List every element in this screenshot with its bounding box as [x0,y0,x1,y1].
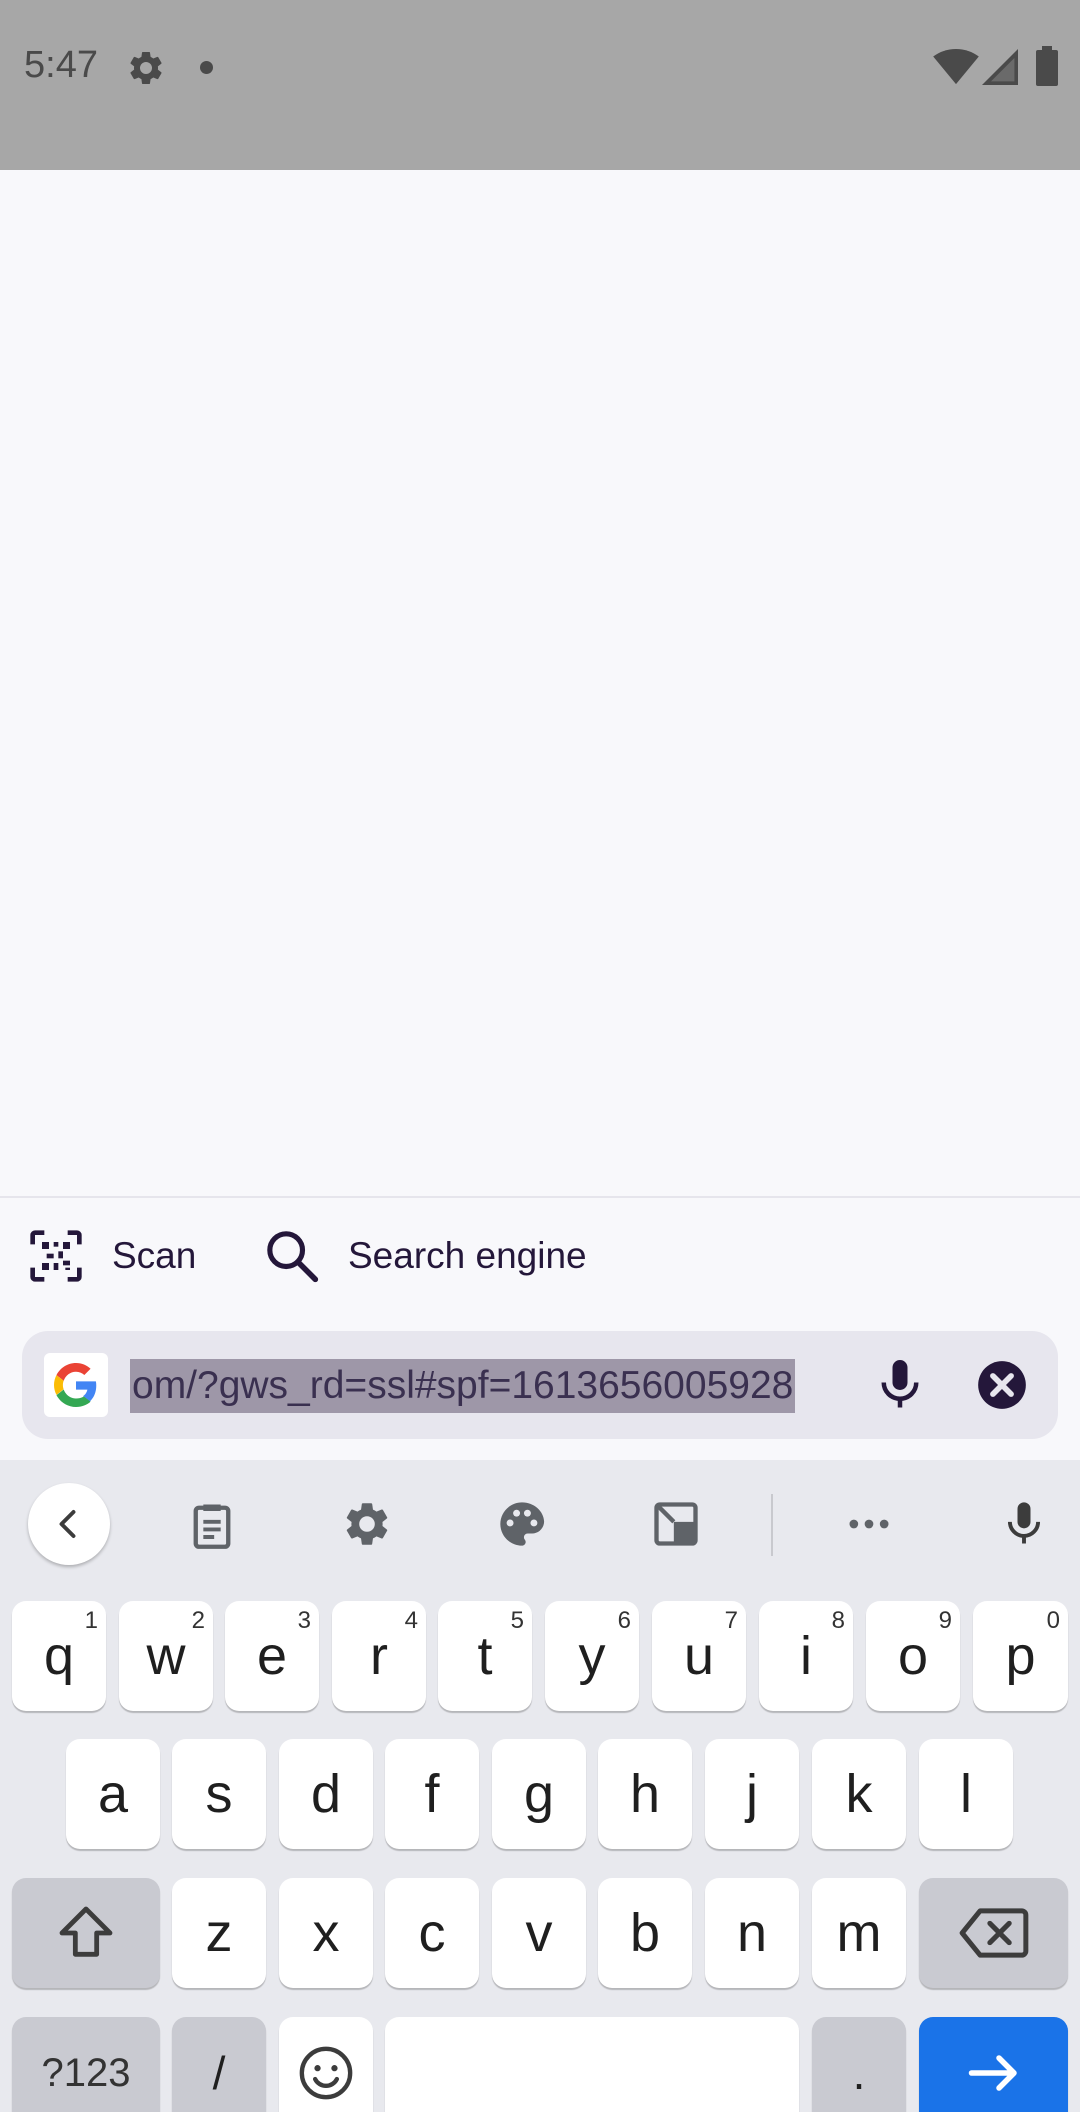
key-y[interactable]: y6 [545,1601,639,1711]
key-l[interactable]: l [919,1739,1013,1849]
search-engine-button[interactable]: Search engine [264,1224,587,1288]
back-chevron-icon[interactable] [28,1483,110,1565]
clear-icon[interactable] [976,1359,1028,1411]
mic-icon[interactable] [870,1355,930,1415]
notification-dot [200,61,213,74]
palette-icon[interactable] [494,1496,550,1552]
key-w[interactable]: w2 [119,1601,213,1711]
key-r[interactable]: r4 [332,1601,426,1711]
backspace-icon [959,1908,1028,1958]
key-t[interactable]: t5 [438,1601,532,1711]
key-f[interactable]: f [385,1739,479,1849]
page-content [0,170,1080,1196]
key-v[interactable]: v [492,1878,586,1988]
keyboard-toolbar [0,1460,1080,1580]
key-x[interactable]: x [279,1878,373,1988]
more-icon[interactable] [841,1496,897,1552]
key-u[interactable]: u7 [652,1601,746,1711]
scan-button[interactable]: Scan [28,1224,196,1288]
google-g-icon [44,1353,108,1417]
key-d[interactable]: d [279,1739,373,1849]
emoji-icon [299,2046,353,2100]
search-icon [267,1231,319,1283]
key-m[interactable]: m [812,1878,906,1988]
key-q[interactable]: q1 [12,1601,106,1711]
scan-label: Scan [112,1235,197,1276]
key-a[interactable]: a [66,1739,160,1849]
key-j[interactable]: j [705,1739,799,1849]
emoji-key[interactable] [279,2017,373,2112]
slash-key[interactable]: / [172,2017,266,2112]
key-h[interactable]: h [598,1739,692,1849]
url-bar[interactable]: om/?gws_rd=ssl#spf=1613656005928 [22,1331,1058,1439]
settings-icon[interactable] [339,1496,395,1552]
shift-icon [59,1906,113,1957]
battery-icon [1036,46,1058,86]
backspace-key[interactable] [919,1878,1068,1988]
qr-scan-icon [30,1230,82,1282]
key-c[interactable]: c [385,1878,479,1988]
clipboard-icon[interactable] [184,1496,240,1552]
space-bar[interactable] [385,2017,799,2112]
keyboard: q1 w2 e3 r4 t5 y6 u7 i8 o9 p0 a s d f g … [0,1460,1080,2112]
gear-icon [130,51,162,84]
key-k[interactable]: k [812,1739,906,1849]
key-s[interactable]: s [172,1739,266,1849]
url-input[interactable]: om/?gws_rd=ssl#spf=1613656005928 [130,1359,796,1413]
voice-input-icon[interactable] [996,1496,1052,1552]
search-engine-label: Search engine [348,1235,587,1276]
key-b[interactable]: b [598,1878,692,1988]
key-o[interactable]: o9 [866,1601,960,1711]
period-key[interactable]: . [812,2017,906,2112]
toolbar-divider [771,1494,773,1556]
enter-key[interactable] [919,2017,1068,2112]
key-e[interactable]: e3 [225,1601,319,1711]
status-bar: 5:47 [0,0,1080,170]
key-i[interactable]: i8 [759,1601,853,1711]
resize-icon[interactable] [648,1496,704,1552]
shift-key[interactable] [12,1878,160,1988]
key-n[interactable]: n [705,1878,799,1988]
symbols-key[interactable]: ?123 [12,2017,160,2112]
wifi-icon [933,48,979,85]
suggestion-bar: Scan Search engine [0,1196,1080,1314]
arrow-right-icon [968,2055,1017,2091]
signal-icon [982,49,1018,85]
key-p[interactable]: p0 [973,1601,1068,1711]
key-z[interactable]: z [172,1878,266,1988]
key-g[interactable]: g [492,1739,586,1849]
status-time: 5:47 [24,44,98,86]
